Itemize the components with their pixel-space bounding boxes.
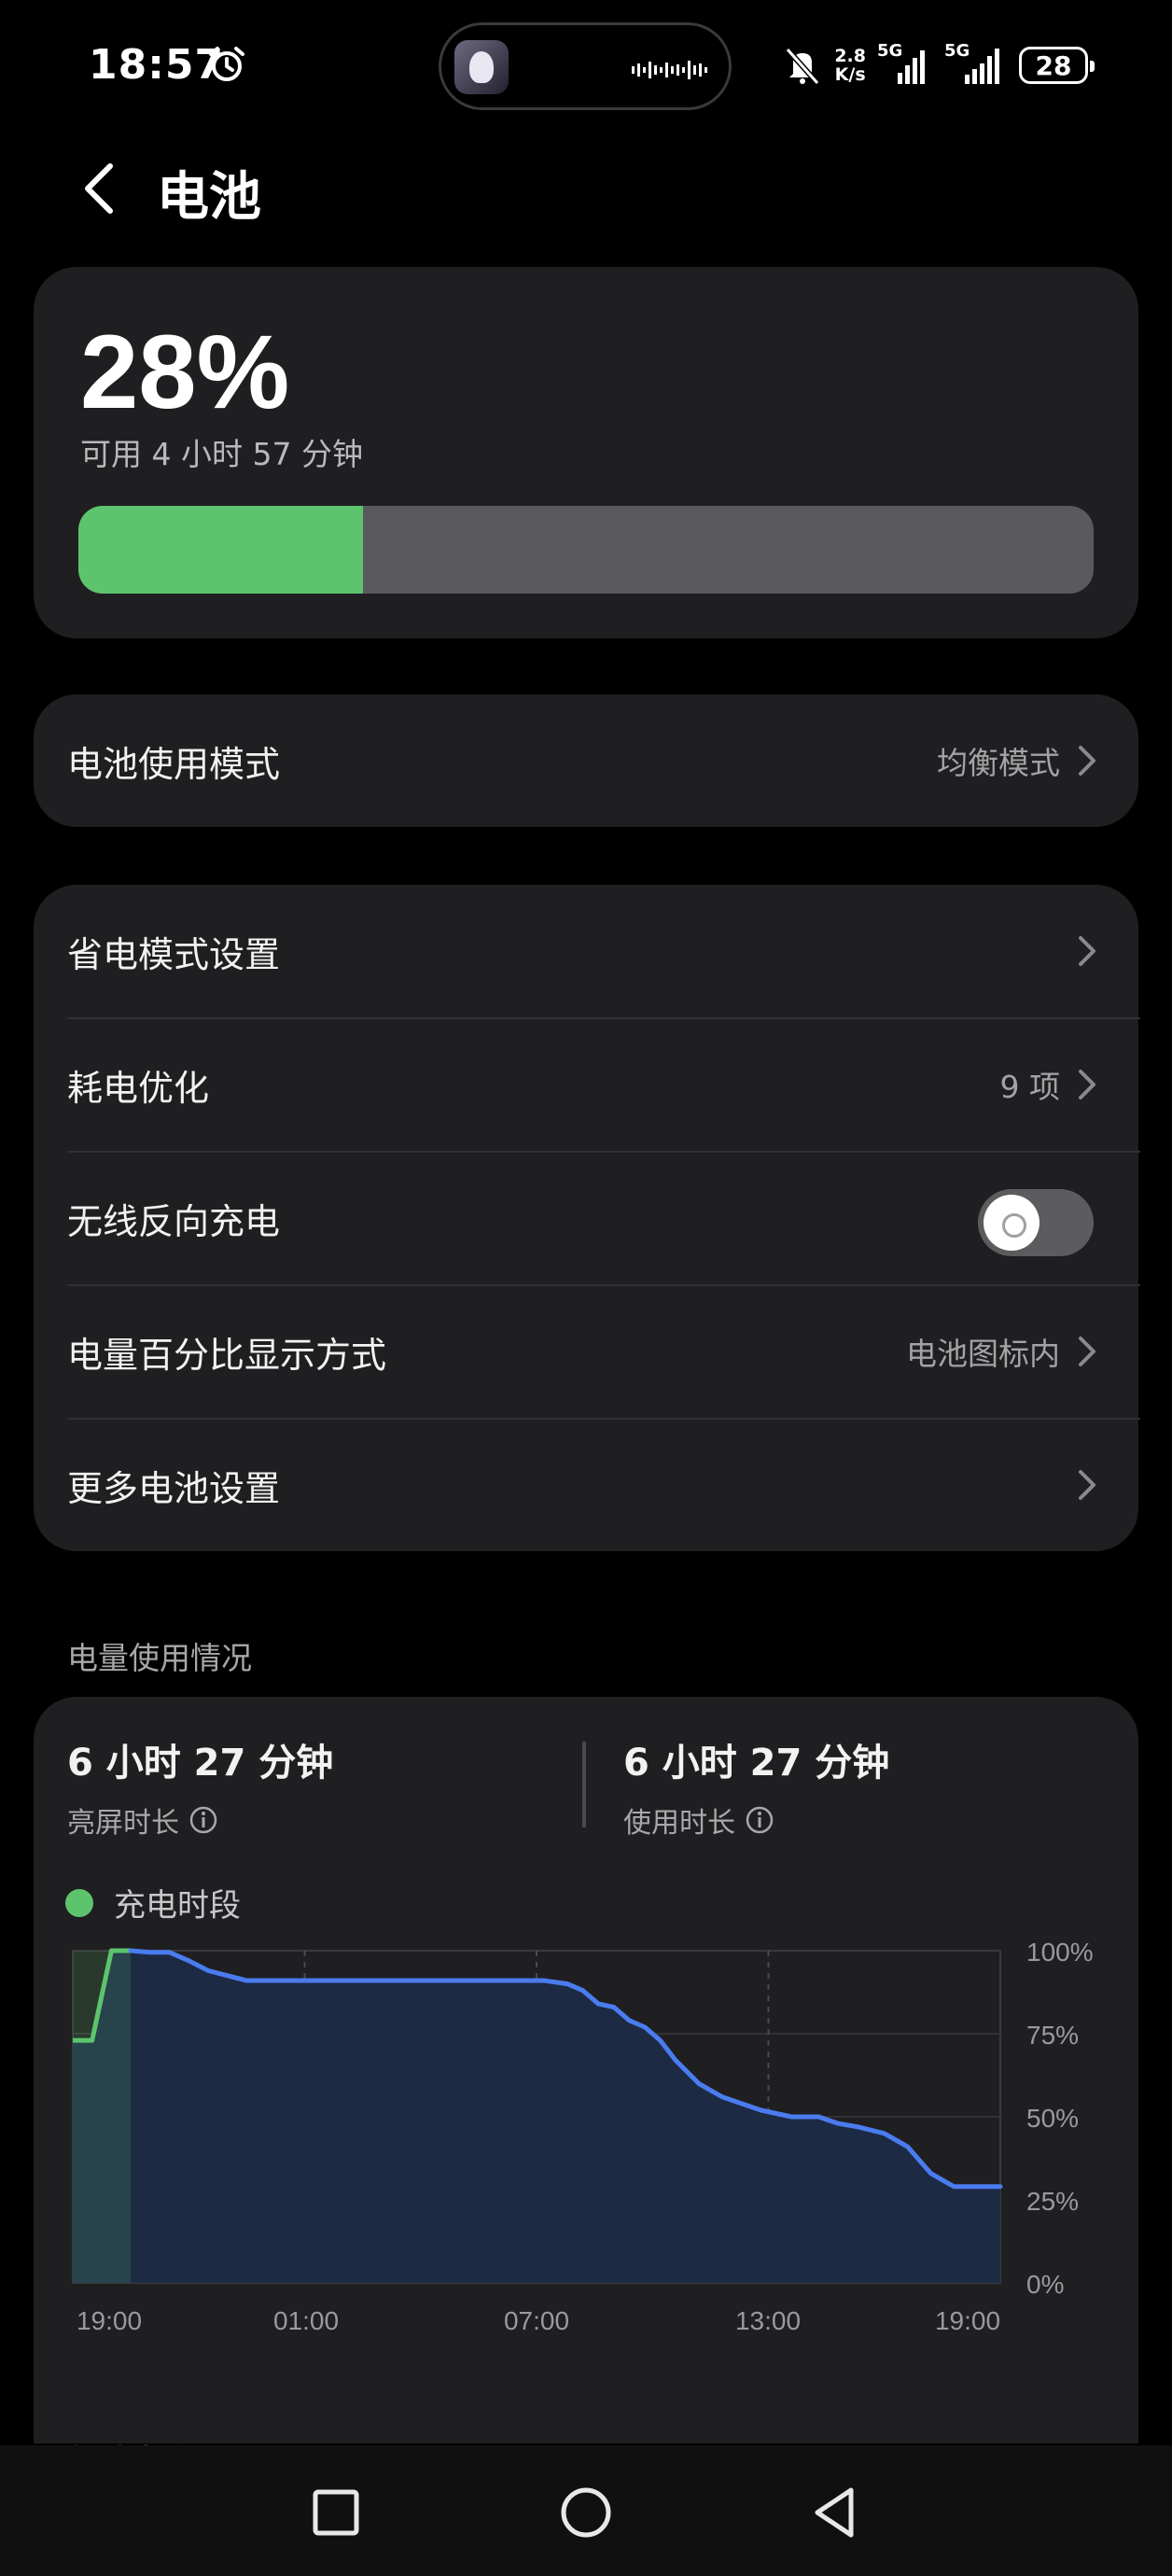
square-icon[interactable] — [308, 2485, 364, 2541]
battery-mode-card: 电池使用模式 均衡模式 — [34, 694, 1138, 827]
network-speed: 2.8 K/s — [834, 47, 866, 84]
battery-summary-card: 28% 可用 4 小时 57 分钟 — [34, 267, 1138, 638]
sim2-network-type: 5G — [944, 41, 970, 61]
battery-usage-card: 6 小时 27 分钟 亮屏时长 6 小时 27 分钟 使用时长 充电时段 19:… — [34, 1697, 1138, 2484]
remaining-time: 可用 4 小时 57 分钟 — [80, 436, 363, 472]
screen-on-value: 6 小时 27 分钟 — [67, 1742, 334, 1785]
battery-level-chart — [72, 1948, 1003, 2284]
navigation-bar — [0, 2445, 1172, 2576]
chevron-right-icon — [1079, 1470, 1095, 1500]
chevron-right-icon — [1079, 746, 1095, 776]
back-arrow-icon[interactable] — [78, 161, 119, 217]
x-tick-label: 01:00 — [272, 2306, 340, 2335]
status-bar: 18:57 2.8 K/s 5G 5G 28 — [0, 0, 1172, 131]
battery-status-value: 28 — [1035, 49, 1072, 81]
x-tick-label: 07:00 — [503, 2306, 570, 2335]
battery-status-icon: 28 — [1019, 47, 1095, 84]
screen-on-stat: 6 小时 27 分钟 亮屏时长 — [67, 1732, 333, 1841]
chevron-right-icon — [1079, 936, 1095, 966]
battery-mode-value: 均衡模式 — [937, 745, 1060, 781]
y-tick-label: 50% — [1026, 2104, 1080, 2133]
screen-on-caption: 亮屏时长 — [67, 1799, 333, 1841]
battery-mode-label: 电池使用模式 — [67, 743, 281, 785]
power-optimization-row[interactable]: 耗电优化 9 项 — [34, 1018, 1138, 1151]
x-tick-label: 13:00 — [734, 2306, 802, 2335]
battery-mode-row[interactable]: 电池使用模式 均衡模式 — [34, 694, 1138, 827]
power-optimization-value: 9 项 — [999, 1069, 1061, 1105]
wireless-reverse-charge-toggle[interactable] — [978, 1189, 1094, 1256]
mute-notification-icon — [786, 48, 820, 85]
stat-divider — [582, 1742, 586, 1827]
power-optimization-label: 耗电优化 — [67, 1067, 210, 1109]
info-icon[interactable] — [745, 1805, 774, 1835]
net-speed-unit: K/s — [834, 64, 866, 85]
wireless-reverse-charge-label: 无线反向充电 — [67, 1200, 281, 1242]
power-saving-label: 省电模式设置 — [67, 933, 281, 975]
net-speed-value: 2.8 — [834, 46, 866, 66]
usage-section-title: 电量使用情况 — [67, 1640, 252, 1676]
y-tick-label: 0% — [1026, 2270, 1065, 2299]
percentage-display-value: 电池图标内 — [906, 1336, 1060, 1372]
screen-on-label: 亮屏时长 — [67, 1807, 179, 1840]
triangle-icon[interactable] — [808, 2485, 864, 2541]
y-tick-label: 75% — [1026, 2021, 1080, 2050]
status-time: 18:57 — [89, 41, 225, 89]
usage-time-caption: 使用时长 — [623, 1799, 889, 1841]
toggle-knob — [984, 1195, 1039, 1251]
percentage-display-row[interactable]: 电量百分比显示方式 电池图标内 — [34, 1285, 1138, 1418]
more-battery-settings-row[interactable]: 更多电池设置 — [34, 1419, 1138, 1551]
x-tick-label: 19:00 — [934, 2306, 1001, 2335]
music-cover-icon — [454, 40, 509, 94]
x-tick-label: 19:00 — [76, 2306, 143, 2335]
y-tick-label: 25% — [1026, 2187, 1080, 2216]
power-saving-settings-row[interactable]: 省电模式设置 — [34, 885, 1138, 1017]
info-icon[interactable] — [188, 1805, 218, 1835]
signal-sim2-icon: 5G — [944, 41, 1006, 84]
wireless-reverse-charge-row: 无线反向充电 — [34, 1152, 1138, 1284]
dynamic-island[interactable] — [439, 22, 732, 110]
sim1-network-type: 5G — [877, 41, 903, 61]
battery-level-bar — [78, 506, 1094, 594]
circle-icon[interactable] — [558, 2485, 614, 2541]
audio-wave-icon — [632, 61, 707, 79]
percentage-display-label: 电量百分比显示方式 — [67, 1334, 387, 1376]
alarm-icon — [209, 47, 244, 81]
chevron-right-icon — [1079, 1337, 1095, 1366]
more-battery-settings-label: 更多电池设置 — [67, 1467, 281, 1509]
battery-percentage: 28% — [80, 314, 290, 430]
y-tick-label: 100% — [1026, 1938, 1094, 1967]
page-title: 电池 — [157, 167, 261, 228]
battery-level-fill — [78, 506, 363, 594]
signal-sim1-icon: 5G — [877, 41, 933, 84]
usage-time-label: 使用时长 — [623, 1807, 735, 1840]
usage-time-stat: 6 小时 27 分钟 使用时长 — [623, 1732, 889, 1841]
chevron-right-icon — [1079, 1070, 1095, 1099]
usage-time-value: 6 小时 27 分钟 — [623, 1742, 890, 1785]
battery-settings-card: 省电模式设置 耗电优化 9 项 无线反向充电 电量百分比显示方式 电池图标内 更… — [34, 885, 1140, 1551]
